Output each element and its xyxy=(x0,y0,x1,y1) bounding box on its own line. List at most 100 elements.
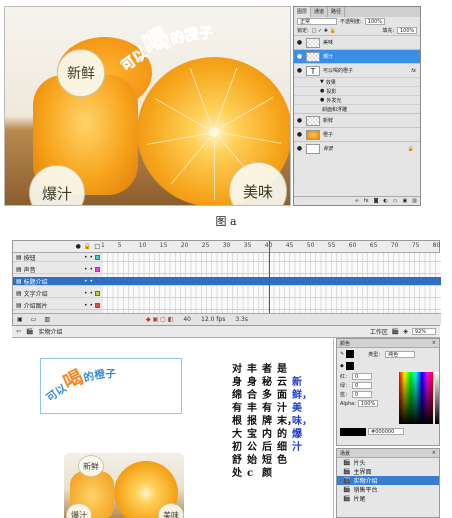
text-column-2[interactable]: 丰身合丰报宝公始c xyxy=(247,363,259,480)
timeline-layer-row[interactable]: ▤ 按钮 • • xyxy=(13,253,441,262)
outline-icon[interactable]: □ xyxy=(94,243,100,250)
scene-item[interactable]: 🎬 主界面 xyxy=(337,467,439,476)
text-layer-icon: T xyxy=(306,65,320,76)
hex-field[interactable]: #000000 xyxy=(368,428,404,435)
eye-icon[interactable]: ● xyxy=(296,53,303,60)
eye-icon[interactable]: ● xyxy=(296,131,303,138)
scene-breadcrumb[interactable]: 实物介绍 xyxy=(39,327,63,336)
layer-row-chengzi[interactable]: ● 橙子 xyxy=(294,127,420,141)
edit-scene-icon[interactable]: 🎬 xyxy=(392,328,399,335)
elapsed-time: 3.3s xyxy=(235,316,248,323)
scene-item[interactable]: 🎬 片尾 xyxy=(337,494,439,503)
lock-icons[interactable]: □ ✓ ✚ 🔒 xyxy=(312,28,336,34)
frame-tick-label: 45 xyxy=(285,242,294,249)
zoom-select[interactable]: 92% xyxy=(412,328,436,335)
color-picker-spectrum[interactable] xyxy=(399,372,433,424)
effect-dropshadow[interactable]: ● 投影 xyxy=(294,86,420,95)
layer-row-meiwei[interactable]: ● 美味 xyxy=(294,35,420,49)
blend-mode-select[interactable]: 正常 xyxy=(297,18,337,25)
timeline-layer-row[interactable]: ▤ 声音 • • xyxy=(13,265,441,274)
mask-icon[interactable]: ◙ xyxy=(374,198,379,204)
fx-icon[interactable]: fx xyxy=(411,68,420,74)
layer-thumbnail xyxy=(306,143,320,154)
effect-bevel[interactable]: 斜面和浮雕 xyxy=(294,104,420,113)
layer-row-background[interactable]: ● 背景 🔒 xyxy=(294,141,420,155)
back-arrow-icon[interactable]: ⇦ xyxy=(16,328,21,335)
lock-icon[interactable]: 🔒 xyxy=(84,243,91,250)
frame-tick-label: 65 xyxy=(369,242,378,249)
text-column-5[interactable]: 新鲜，美味，爆汁 xyxy=(292,376,312,454)
eye-icon[interactable]: ● xyxy=(296,39,303,46)
timeline-layer-name: 按钮 xyxy=(23,254,36,262)
layer-visibility-dots[interactable]: • • xyxy=(84,290,93,297)
workspace-menu[interactable]: 工作区 xyxy=(370,327,388,336)
layer-visibility-dots[interactable]: • • xyxy=(84,302,93,309)
layer-color-swatch[interactable] xyxy=(95,254,100,260)
layer-row-xinxian[interactable]: ● 新鲜 xyxy=(294,113,420,127)
scene-item[interactable]: 🎬 销售平台 xyxy=(337,485,439,494)
new-layer-icon[interactable]: ▣ xyxy=(17,316,23,323)
scene-item-selected[interactable]: 🎬 实物介绍 xyxy=(337,476,439,485)
stroke-swatch[interactable] xyxy=(346,350,355,358)
playhead[interactable] xyxy=(268,241,270,313)
text-column-3[interactable]: 者秘多有牌内后短颜 xyxy=(262,363,274,480)
fx-button-icon[interactable]: fx xyxy=(364,198,369,204)
color-panel-title: 颜色 × xyxy=(337,339,439,348)
eye-icon[interactable]: ● xyxy=(76,243,81,250)
stage-title-arc[interactable]: 可以喝的橙子 xyxy=(40,358,182,414)
fill-field[interactable]: 100% xyxy=(397,27,417,34)
trash-icon[interactable]: ▥ xyxy=(412,198,417,204)
layer-name: 美味 xyxy=(323,40,334,46)
figure-caption: 图 a xyxy=(215,215,237,228)
effect-outerglow[interactable]: ● 外发光 xyxy=(294,95,420,104)
brightness-slider[interactable] xyxy=(435,372,439,424)
tab-paths[interactable]: 路径 xyxy=(328,7,346,17)
layer-visibility-dots[interactable]: • • xyxy=(84,254,93,261)
color-type-select[interactable]: 纯色 xyxy=(385,350,416,358)
scene-item[interactable]: 🎬 片头 xyxy=(337,458,439,467)
layer-color-swatch[interactable] xyxy=(95,278,100,284)
timeline-layer-row[interactable]: ▤ 标题介绍 • • xyxy=(13,277,441,286)
delete-layer-icon[interactable]: ▥ xyxy=(44,316,50,323)
layer-color-swatch[interactable] xyxy=(95,290,100,296)
red-label: 红： xyxy=(340,374,351,380)
frame-tick-label: 70 xyxy=(390,242,399,249)
layer-visibility-dots[interactable]: • • xyxy=(84,278,93,285)
timeline-layer-row[interactable]: ▤ 介绍图片 • • xyxy=(13,301,441,310)
opacity-field[interactable]: 100% xyxy=(364,18,385,25)
red-field[interactable]: 0 xyxy=(352,373,373,380)
layer-color-swatch[interactable] xyxy=(95,302,100,308)
fill-color-icon[interactable]: ◆ xyxy=(340,363,344,369)
timeline-layer-row[interactable]: ▤ 文字介绍 • • xyxy=(13,289,441,298)
layer-type-icon: ▤ xyxy=(16,301,22,309)
tab-channels[interactable]: 通道 xyxy=(311,7,329,17)
layer-row-title[interactable]: ● T 可以喝的橙子 fx xyxy=(294,63,420,77)
text-column-4[interactable]: 是云面汁末，的细色 xyxy=(277,363,297,467)
stroke-color-icon[interactable]: ✎ xyxy=(340,351,344,357)
tab-layers[interactable]: 图层 xyxy=(294,7,312,17)
fill-swatch[interactable] xyxy=(345,362,354,370)
edit-symbol-icon[interactable]: ◈ xyxy=(403,328,408,335)
stage-orange-photo[interactable]: 新鲜 爆汁 美味 xyxy=(64,453,184,518)
eye-icon[interactable]: ● xyxy=(296,117,303,124)
new-folder-icon[interactable]: ▭ xyxy=(31,316,37,323)
blend-row: 正常 不透明度: 100% xyxy=(294,17,420,26)
alpha-field[interactable]: 100% xyxy=(357,400,378,407)
stage[interactable]: 可以喝的橙子 新鲜 爆汁 美味 对身绵有根大初舒处 丰身合丰报宝公始c 者秘多有… xyxy=(12,338,334,518)
blue-field[interactable]: 0 xyxy=(352,391,373,398)
text-column-1[interactable]: 对身绵有根大初舒处 xyxy=(232,363,244,480)
folder-icon[interactable]: ▭ xyxy=(393,198,398,204)
layer-visibility-dots[interactable]: • • xyxy=(84,266,93,273)
onion-skin-icon[interactable]: ◆ ▣ ▢ ◧ xyxy=(146,316,173,323)
link-icon[interactable]: ∞ xyxy=(355,198,359,204)
fill-label: 填充: xyxy=(382,28,394,34)
new-layer-icon[interactable]: ▣ xyxy=(403,198,408,204)
timeline-layer-name: 介绍图片 xyxy=(23,302,48,310)
eye-icon[interactable]: ● xyxy=(296,145,303,152)
adjust-icon[interactable]: ◐ xyxy=(383,198,387,204)
layer-color-swatch[interactable] xyxy=(95,266,100,272)
eye-icon[interactable]: ● xyxy=(296,67,303,74)
layer-row-baozhi[interactable]: ● 爆汁 xyxy=(294,49,420,63)
lock-row: 锁定: □ ✓ ✚ 🔒 填充: 100% xyxy=(294,26,420,35)
green-field[interactable]: 0 xyxy=(352,382,373,389)
